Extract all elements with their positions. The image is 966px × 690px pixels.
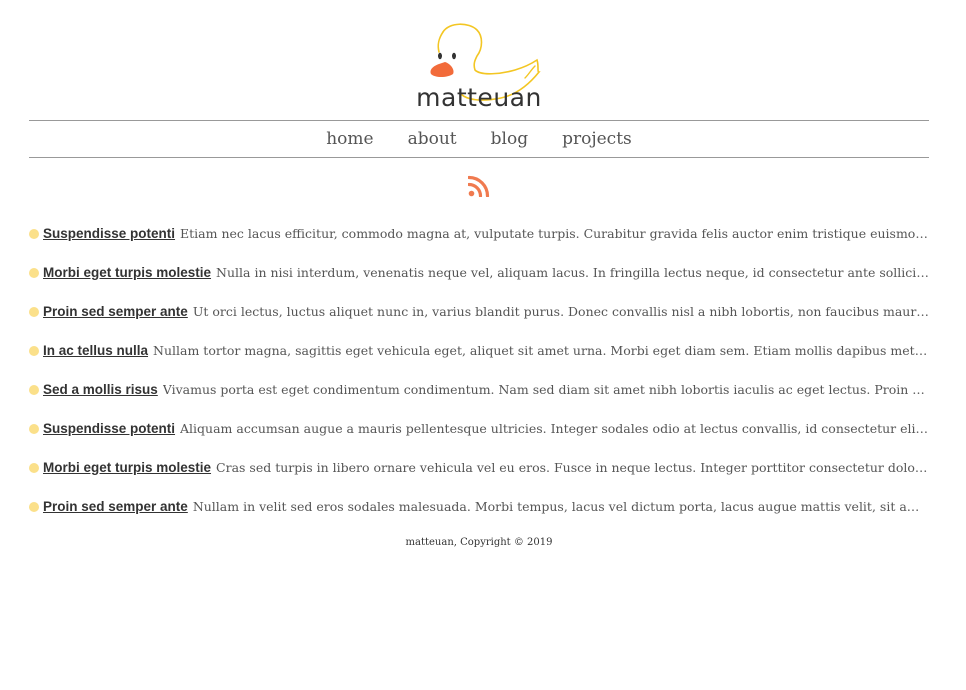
post-item: Suspendisse potenti Aliquam accumsan aug… (29, 409, 929, 448)
post-excerpt: Nullam tortor magna, sagittis eget vehic… (153, 343, 929, 358)
post-title-link[interactable]: Sed a mollis risus (43, 382, 158, 397)
page: matteuan home about blog projects Suspen… (29, 0, 929, 548)
post-excerpt: Etiam nec lacus efficitur, commodo magna… (180, 226, 929, 241)
post-title-link[interactable]: Proin sed semper ante (43, 304, 188, 319)
bullet-dot-icon (29, 423, 39, 434)
post-title-link[interactable]: Suspendisse potenti (43, 226, 175, 241)
post-title-link[interactable]: Proin sed semper ante (43, 499, 188, 514)
rss-row (29, 158, 929, 214)
post-excerpt: Nullam in velit sed eros sodales malesua… (192, 499, 929, 514)
site-brand[interactable]: matteuan (29, 82, 929, 114)
nav-blog-link[interactable]: blog (491, 129, 528, 149)
bullet-dot-icon (29, 267, 39, 278)
post-title-link[interactable]: Morbi eget turpis molestie (43, 460, 211, 475)
site-header: matteuan (29, 0, 929, 120)
nav-about-link[interactable]: about (408, 129, 457, 149)
post-item: Suspendisse potenti Etiam nec lacus effi… (29, 214, 929, 253)
rss-icon (468, 175, 490, 197)
bullet-dot-icon (29, 306, 39, 317)
post-item: Proin sed semper ante Nullam in velit se… (29, 487, 929, 526)
bullet-dot-icon (29, 462, 39, 473)
post-item: Morbi eget turpis molestie Cras sed turp… (29, 448, 929, 487)
post-list: Suspendisse potenti Etiam nec lacus effi… (29, 214, 929, 526)
main-nav: home about blog projects (29, 120, 929, 158)
footer-copyright: matteuan, Copyright © 2019 (405, 537, 553, 548)
nav-home-link[interactable]: home (326, 129, 373, 149)
post-excerpt: Aliquam accumsan augue a mauris pellente… (180, 421, 929, 436)
post-item: Proin sed semper ante Ut orci lectus, lu… (29, 292, 929, 331)
post-item: Sed a mollis risus Vivamus porta est ege… (29, 370, 929, 409)
bullet-dot-icon (29, 501, 39, 512)
post-excerpt: Cras sed turpis in libero ornare vehicul… (216, 460, 929, 475)
post-title-link[interactable]: In ac tellus nulla (43, 343, 148, 358)
post-excerpt: Ut orci lectus, luctus aliquet nunc in, … (192, 304, 929, 319)
post-excerpt: Nulla in nisi interdum, venenatis neque … (216, 265, 929, 280)
nav-projects-link[interactable]: projects (562, 129, 632, 149)
post-item: Morbi eget turpis molestie Nulla in nisi… (29, 253, 929, 292)
bullet-dot-icon (29, 384, 39, 395)
post-excerpt: Vivamus porta est eget condimentum condi… (162, 382, 929, 397)
post-title-link[interactable]: Suspendisse potenti (43, 421, 175, 436)
post-title-link[interactable]: Morbi eget turpis molestie (43, 265, 211, 280)
bullet-dot-icon (29, 345, 39, 356)
bullet-dot-icon (29, 228, 39, 239)
post-item: In ac tellus nulla Nullam tortor magna, … (29, 331, 929, 370)
